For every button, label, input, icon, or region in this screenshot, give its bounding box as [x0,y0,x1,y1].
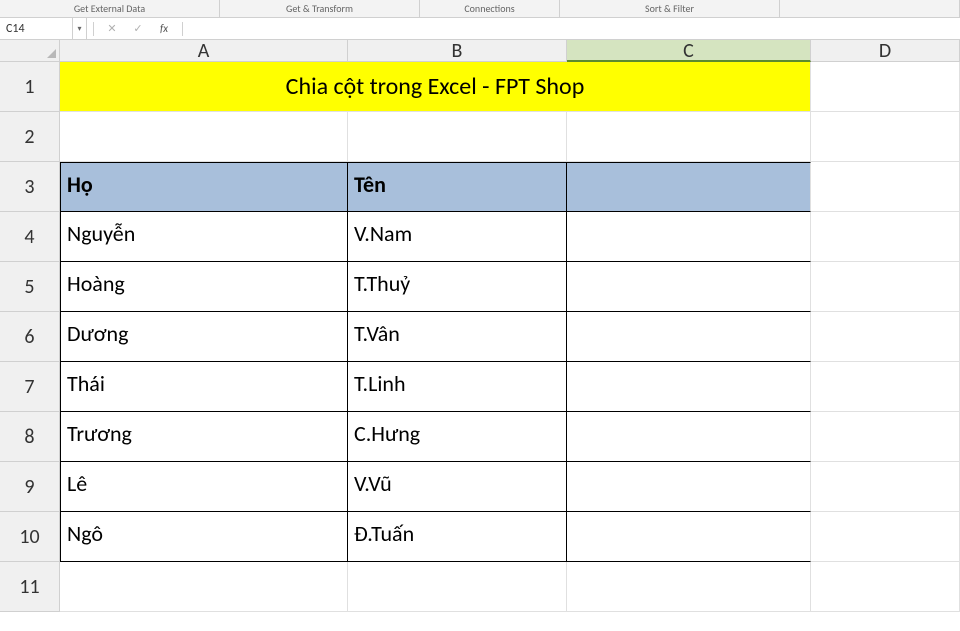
col-header-b[interactable]: B [348,40,567,62]
cell[interactable] [567,212,811,262]
cell[interactable] [811,112,960,162]
row-headers: 1 2 3 4 5 6 7 8 9 10 11 [0,62,60,612]
table-header[interactable]: Tên [348,162,567,212]
col-header-d[interactable]: D [811,40,960,62]
cell[interactable] [811,512,960,562]
cell[interactable] [811,412,960,462]
cell[interactable]: V.Vũ [348,462,567,512]
cell[interactable]: V.Nam [348,212,567,262]
table-header[interactable] [567,162,811,212]
row-header[interactable]: 2 [0,112,60,162]
cell[interactable]: T.Linh [348,362,567,412]
cell[interactable] [567,362,811,412]
cell[interactable]: Thái [60,362,348,412]
select-all-corner[interactable] [0,40,60,62]
cell[interactable]: Trương [60,412,348,462]
cell[interactable] [60,562,348,612]
cell[interactable] [567,562,811,612]
cells-grid[interactable]: Chia cột trong Excel - FPT Shop Họ Tên N… [60,62,960,612]
ribbon-group[interactable]: Get & Transform [220,0,420,17]
cell[interactable]: Nguyễn [60,212,348,262]
cell[interactable] [811,212,960,262]
row-header[interactable]: 6 [0,312,60,362]
cell[interactable] [811,462,960,512]
enter-icon[interactable]: ✓ [130,22,146,35]
table-header[interactable]: Họ [60,162,348,212]
row-header[interactable]: 11 [0,562,60,612]
cell[interactable] [567,512,811,562]
cell[interactable]: Ngô [60,512,348,562]
formula-bar: C14 ▾ ✕ ✓ fx [0,18,960,40]
cell[interactable] [567,412,811,462]
column-headers: A B C D [60,40,960,62]
cell[interactable] [60,112,348,162]
name-box[interactable]: C14 [0,18,73,39]
cell[interactable] [567,462,811,512]
row-header[interactable]: 4 [0,212,60,262]
cell[interactable] [567,112,811,162]
col-header-a[interactable]: A [60,40,348,62]
cell[interactable] [811,562,960,612]
cell[interactable] [811,62,960,112]
cell[interactable]: Dương [60,312,348,362]
row-header[interactable]: 1 [0,62,60,112]
cell[interactable]: Hoàng [60,262,348,312]
title-cell[interactable]: Chia cột trong Excel - FPT Shop [60,62,811,112]
cell[interactable] [348,562,567,612]
ribbon-group[interactable]: Connections [420,0,560,17]
cell[interactable] [811,162,960,212]
cancel-icon[interactable]: ✕ [104,22,120,35]
cell[interactable] [811,262,960,312]
row-header[interactable]: 7 [0,362,60,412]
col-header-c[interactable]: C [567,40,811,62]
ribbon-group[interactable]: Get External Data [0,0,220,17]
cell[interactable]: C.Hưng [348,412,567,462]
row-header[interactable]: 5 [0,262,60,312]
ribbon-group[interactable]: Sort & Filter [560,0,780,17]
cell[interactable] [348,112,567,162]
fx-icon[interactable]: fx [156,22,172,35]
row-header[interactable]: 9 [0,462,60,512]
row-header[interactable]: 3 [0,162,60,212]
cell[interactable]: T.Thuỷ [348,262,567,312]
cell[interactable]: Đ.Tuấn [348,512,567,562]
ribbon-group-labels: Get External Data Get & Transform Connec… [0,0,960,18]
cell[interactable] [811,312,960,362]
cell[interactable] [567,262,811,312]
cell[interactable]: T.Vân [348,312,567,362]
row-header[interactable]: 8 [0,412,60,462]
cell[interactable] [567,312,811,362]
row-header[interactable]: 10 [0,512,60,562]
cell[interactable] [811,362,960,412]
cell[interactable]: Lê [60,462,348,512]
name-box-dropdown-icon[interactable]: ▾ [73,18,87,39]
formula-input[interactable] [183,18,960,39]
